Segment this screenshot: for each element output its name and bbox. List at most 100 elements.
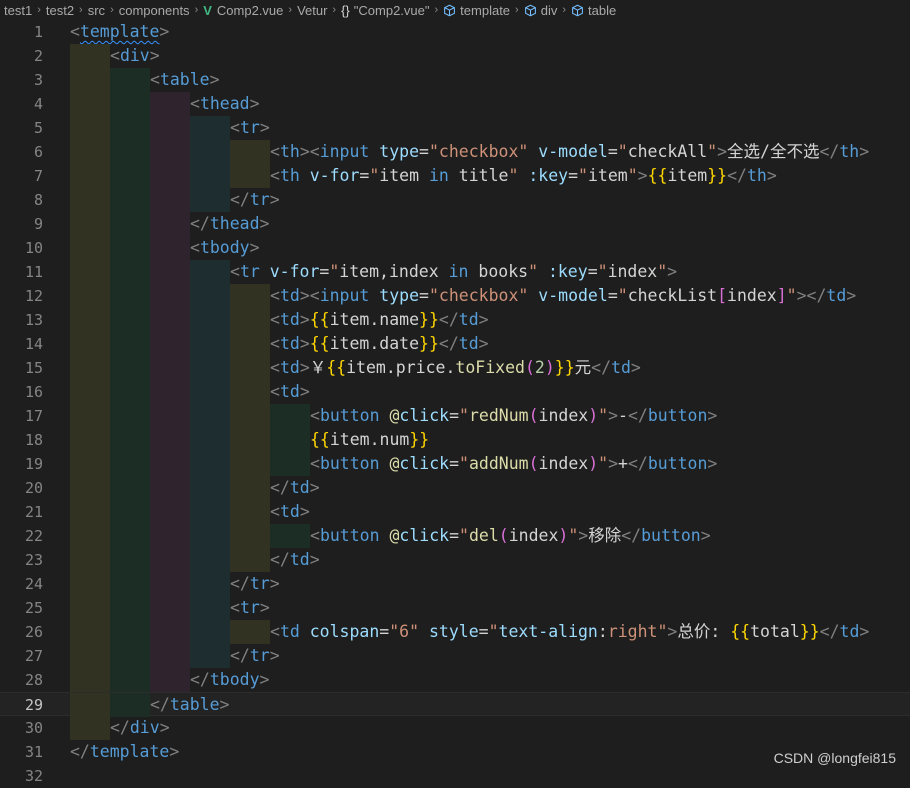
code-line[interactable]: 28 </tbody> [0, 668, 910, 692]
indent-guide [70, 236, 110, 260]
indent-guide [110, 428, 150, 452]
line-number: 15 [24, 359, 43, 377]
code-line[interactable]: 30 </div> [0, 716, 910, 740]
code-line[interactable]: 13 <td>{{item.name}}</td> [0, 308, 910, 332]
indent-guide [190, 164, 230, 188]
line-number: 27 [24, 647, 43, 665]
code-line[interactable]: 11 <tr v-for="item,index in books" :key="… [0, 260, 910, 284]
line-number: 25 [24, 599, 43, 617]
code-line[interactable]: 21 <td> [0, 500, 910, 524]
indent-guide [190, 596, 230, 620]
breadcrumb-item[interactable]: components [119, 3, 190, 18]
breadcrumb-item[interactable]: Vetur [297, 3, 327, 18]
breadcrumb-item[interactable]: {} "Comp2.vue" [341, 3, 429, 18]
line-number: 11 [24, 263, 43, 281]
line-number: 6 [33, 143, 43, 161]
code-line[interactable]: 32 [0, 764, 910, 788]
indent-guide [70, 524, 110, 548]
code-line[interactable]: 24 </tr> [0, 572, 910, 596]
indent-guide [70, 572, 110, 596]
line-number: 24 [24, 575, 43, 593]
code-line[interactable]: 15 <td>￥{{item.price.toFixed(2)}}元</td> [0, 356, 910, 380]
indent-guide [150, 308, 190, 332]
code-line[interactable]: 7 <th v-for="item in title" :key="item">{… [0, 164, 910, 188]
indent-guide [150, 404, 190, 428]
breadcrumb-item[interactable]: V Comp2.vue [203, 3, 283, 18]
code-text: <th><input type="checkbox" v-model="chec… [270, 142, 870, 161]
code-line[interactable]: 18 {{item.num}} [0, 428, 910, 452]
chevron-right-icon: › [434, 4, 439, 16]
code-line[interactable]: 9 </thead> [0, 212, 910, 236]
code-text: <td> [270, 382, 310, 401]
breadcrumb-item[interactable]: div [524, 3, 557, 18]
indent-guide [110, 500, 150, 524]
code-line[interactable]: 29 </table> [0, 692, 910, 717]
indent-guide [230, 284, 270, 308]
indent-guide [230, 500, 270, 524]
code-line[interactable]: 4 <thead> [0, 92, 910, 116]
code-line[interactable]: 5 <tr> [0, 116, 910, 140]
indent-guide [110, 380, 150, 404]
breadcrumb-item[interactable]: template [443, 3, 510, 18]
code-line[interactable]: 26 <td colspan="6" style="text-align:righ… [0, 620, 910, 644]
code-line[interactable]: 23 </td> [0, 548, 910, 572]
code-line[interactable]: 1 <template> [0, 20, 910, 44]
indent-guide [270, 524, 310, 548]
chevron-right-icon: › [79, 4, 83, 16]
indent-guide [190, 188, 230, 212]
line-number: 29 [24, 696, 43, 714]
code-text: </td> [270, 478, 320, 497]
code-line[interactable]: 8 </tr> [0, 188, 910, 212]
code-line[interactable]: 10 <tbody> [0, 236, 910, 260]
code-line[interactable]: 19 <button @click="addNum(index)">+</butt… [0, 452, 910, 476]
code-text: </tr> [230, 574, 280, 593]
indent-guide [70, 380, 110, 404]
code-line[interactable]: 3 <table> [0, 68, 910, 92]
indent-guide [110, 332, 150, 356]
indent-guide [150, 620, 190, 644]
code-line[interactable]: 14 <td>{{item.date}}</td> [0, 332, 910, 356]
code-line[interactable]: 6 <th><input type="checkbox" v-model="che… [0, 140, 910, 164]
indent-guide [110, 188, 150, 212]
code-line[interactable]: 20 </td> [0, 476, 910, 500]
indent-guide [70, 44, 110, 68]
code-line[interactable]: 17 <button @click="redNum(index)">-</butt… [0, 404, 910, 428]
line-number: 28 [24, 671, 43, 689]
indent-guide [190, 524, 230, 548]
code-text: <th v-for="item in title" :key="item">{{… [270, 166, 777, 185]
code-text: <td>￥{{item.price.toFixed(2)}}元</td> [270, 358, 641, 377]
indent-guide [230, 452, 270, 476]
indent-guide [230, 620, 270, 644]
indent-guide [70, 620, 110, 644]
indent-guide [150, 476, 190, 500]
code-line[interactable]: 27 </tr> [0, 644, 910, 668]
indent-guide [70, 596, 110, 620]
code-text: </tr> [230, 646, 280, 665]
code-text: <button @click="redNum(index)">-</button… [310, 406, 718, 425]
breadcrumb-item[interactable]: src [88, 3, 105, 18]
indent-guide [150, 356, 190, 380]
indent-guide [150, 164, 190, 188]
indent-guide [190, 620, 230, 644]
code-line[interactable]: 25 <tr> [0, 596, 910, 620]
indent-guide [110, 212, 150, 236]
indent-guide [230, 476, 270, 500]
indent-guide [190, 332, 230, 356]
code-editor[interactable]: 1 <template> 2 <div> 3 <table> 4 <thead> 5 <tr> 6 <… [0, 20, 910, 785]
indent-guide [150, 668, 190, 692]
code-line[interactable]: 22 <button @click="del(index)">移除</button… [0, 524, 910, 548]
indent-guide [70, 500, 110, 524]
code-line[interactable]: 16 <td> [0, 380, 910, 404]
indent-guide [110, 644, 150, 668]
code-line[interactable]: 2 <div> [0, 44, 910, 68]
chevron-right-icon: › [110, 4, 114, 16]
breadcrumb-item[interactable]: table [571, 3, 616, 18]
line-number: 2 [33, 47, 43, 65]
breadcrumb-label: test1 [4, 2, 33, 18]
indent-guide [110, 92, 150, 116]
indent-guide [230, 332, 270, 356]
breadcrumb-item[interactable]: test2 [46, 3, 74, 18]
code-line[interactable]: 12 <td><input type="checkbox" v-model="ch… [0, 284, 910, 308]
line-number: 5 [33, 119, 43, 137]
breadcrumb-item[interactable]: test1 [4, 3, 32, 18]
